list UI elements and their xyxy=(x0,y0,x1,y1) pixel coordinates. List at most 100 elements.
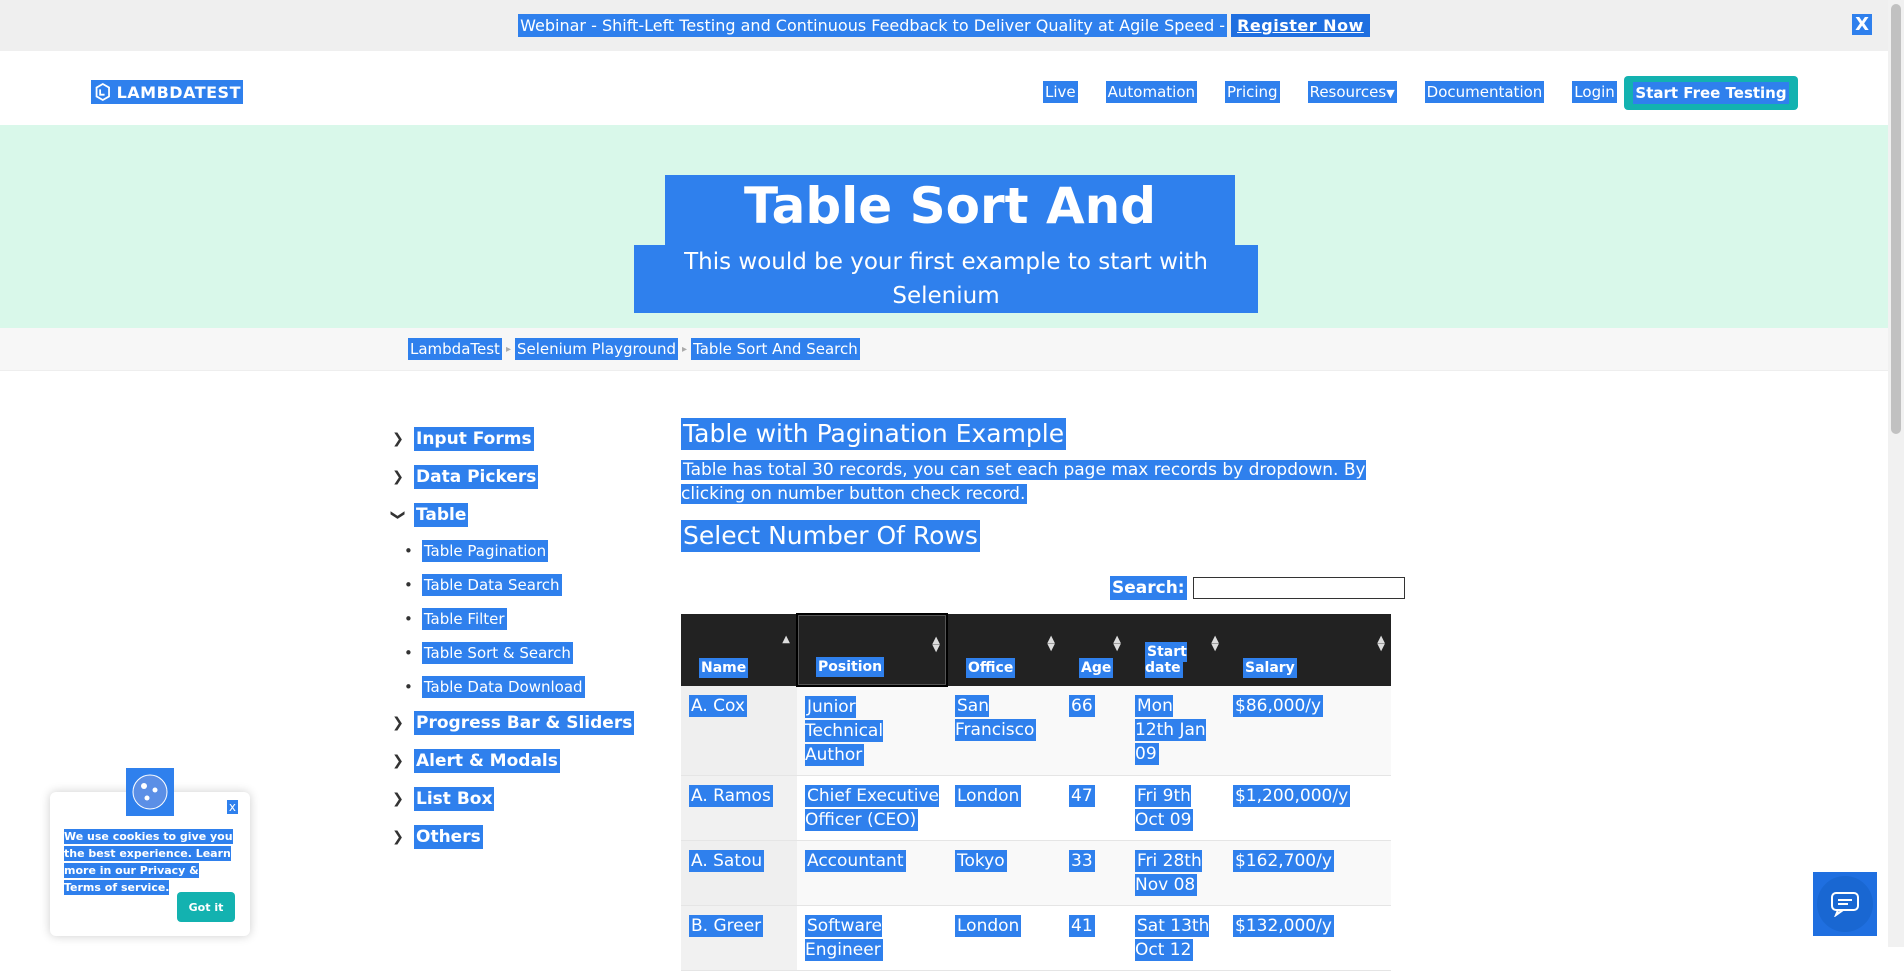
hero-section: Table Sort And Search This would be your… xyxy=(0,125,1888,328)
nav-pricing[interactable]: Pricing xyxy=(1225,81,1280,103)
cell-text: Junior Technical Author xyxy=(805,696,884,766)
search-row: Search: xyxy=(1110,576,1405,600)
column-header-office[interactable]: Office ▲ ▼ xyxy=(947,614,1061,686)
submenu-label: Table Sort & Search xyxy=(421,642,573,664)
cell-position: Software Engineer xyxy=(797,905,947,971)
section-description: Table has total 30 records, you can set … xyxy=(681,458,1391,506)
submenu-table-sort-search[interactable]: Table Sort & Search xyxy=(418,636,650,670)
cell-text: London xyxy=(955,785,1022,807)
breadcrumb-current: Table Sort And Search xyxy=(691,338,860,360)
sidebar-item-label: Table xyxy=(414,503,469,527)
cta-label: Start Free Testing xyxy=(1633,82,1789,104)
logo-text: LAMBDATEST xyxy=(116,82,241,102)
sidebar: ❯ Input Forms ❯ Data Pickers ❯ Table Table … xyxy=(390,420,650,856)
cell-text: Mon 12th Jan 09 xyxy=(1135,695,1206,765)
cookie-consent-popup: x We use cookies to give you the best ex… xyxy=(50,768,250,936)
table-row: B. Greer Software Engineer London 41 Sat… xyxy=(681,905,1391,971)
cell-text: Sat 13th Oct 12 xyxy=(1135,915,1210,961)
cell-position: Chief Executive Officer (CEO) xyxy=(797,775,947,841)
cookie-message: We use cookies to give you the best expe… xyxy=(64,828,234,896)
chat-widget-button[interactable] xyxy=(1813,872,1877,936)
column-header-name[interactable]: Name ▲ xyxy=(681,614,797,686)
data-table: Name ▲ Position ▲ ▼ Office ▲ ▼ Age ▲ ▼ Start da… xyxy=(681,613,1391,971)
table-header-row: Name ▲ Position ▲ ▼ Office ▲ ▼ Age ▲ ▼ Start da… xyxy=(681,613,1391,687)
lambdatest-logo-icon xyxy=(95,82,110,102)
rows-heading: Select Number Of Rows xyxy=(681,520,980,552)
cookie-accept-button[interactable]: Got it xyxy=(177,892,235,922)
sidebar-item-alert-modals[interactable]: ❯ Alert & Modals xyxy=(390,742,650,780)
cell-text: $86,000/y xyxy=(1233,695,1324,717)
search-input[interactable] xyxy=(1192,577,1405,599)
sidebar-item-label: Data Pickers xyxy=(414,465,539,489)
nav-live[interactable]: Live xyxy=(1043,81,1078,103)
column-label: Salary xyxy=(1243,658,1297,678)
chevron-right-icon: ❯ xyxy=(392,829,404,845)
breadcrumb: LambdaTest ▸ Selenium Playground ▸ Table… xyxy=(408,338,860,360)
cell-age: 47 xyxy=(1061,775,1127,841)
sidebar-item-progress-bar-sliders[interactable]: ❯ Progress Bar & Sliders xyxy=(390,704,650,742)
column-label: Age xyxy=(1079,658,1114,678)
cell-position: Accountant xyxy=(797,840,947,906)
cell-text: 41 xyxy=(1069,915,1095,937)
sidebar-item-others[interactable]: ❯ Others xyxy=(390,818,650,856)
cell-name: A. Ramos xyxy=(681,775,797,841)
cell-name: B. Greer xyxy=(681,905,797,971)
cell-text: A. Ramos xyxy=(689,785,773,807)
cell-start-date: Sat 13th Oct 12 xyxy=(1127,905,1225,971)
cell-salary: $162,700/y xyxy=(1225,840,1391,906)
sidebar-item-data-pickers[interactable]: ❯ Data Pickers xyxy=(390,458,650,496)
cell-start-date: Fri 9th Oct 09 xyxy=(1127,775,1225,841)
column-header-start-date[interactable]: Start date ▲ ▼ xyxy=(1127,614,1225,686)
submenu-table-pagination[interactable]: Table Pagination xyxy=(418,534,650,568)
main-nav: Live Automation Pricing Resources▼ Docum… xyxy=(1043,81,1645,103)
sidebar-item-label: Alert & Modals xyxy=(414,749,560,773)
column-label: Position xyxy=(816,657,885,677)
nav-resources[interactable]: Resources▼ xyxy=(1307,81,1397,103)
submenu-table-data-search[interactable]: Table Data Search xyxy=(418,568,650,602)
sidebar-item-input-forms[interactable]: ❯ Input Forms xyxy=(390,420,650,458)
cookie-message-text: We use cookies to give you the best expe… xyxy=(64,829,233,895)
banner-close-button[interactable]: X xyxy=(1852,14,1872,35)
column-header-salary[interactable]: Salary ▲ ▼ xyxy=(1225,614,1391,686)
nav-automation[interactable]: Automation xyxy=(1105,81,1198,103)
sort-icon: ▲ ▼ xyxy=(1047,634,1055,653)
submenu-label: Table Pagination xyxy=(421,540,549,562)
cell-salary: $86,000/y xyxy=(1225,686,1391,776)
nav-documentation[interactable]: Documentation xyxy=(1424,81,1545,103)
chevron-down-icon: ▼ xyxy=(1386,87,1395,100)
sort-asc-icon: ▲ xyxy=(782,634,790,645)
submenu-table-data-download[interactable]: Table Data Download xyxy=(418,670,650,704)
cell-text: San Francisco xyxy=(955,695,1037,741)
column-header-position[interactable]: Position ▲ ▼ xyxy=(796,613,948,687)
cell-age: 41 xyxy=(1061,905,1127,971)
cell-name: A. Cox xyxy=(681,686,797,776)
cell-position: Junior Technical Author xyxy=(797,686,947,776)
start-free-testing-button[interactable]: Start Free Testing xyxy=(1624,76,1798,110)
sidebar-item-table[interactable]: ❯ Table xyxy=(390,496,650,534)
breadcrumb-selenium-playground[interactable]: Selenium Playground xyxy=(514,338,679,360)
cell-office: San Francisco xyxy=(947,686,1061,776)
cookie-close-button[interactable]: x xyxy=(226,800,238,814)
page-scrollbar[interactable] xyxy=(1888,0,1904,947)
cell-text: B. Greer xyxy=(689,915,764,937)
cell-office: London xyxy=(947,775,1061,841)
cell-salary: $1,200,000/y xyxy=(1225,775,1391,841)
sidebar-item-label: List Box xyxy=(414,787,495,811)
nav-login[interactable]: Login xyxy=(1572,81,1617,103)
lambdatest-logo[interactable]: LAMBDATEST xyxy=(91,80,243,104)
column-header-age[interactable]: Age ▲ ▼ xyxy=(1061,614,1127,686)
cell-text: Fri 28th Nov 08 xyxy=(1135,850,1202,896)
cell-age: 33 xyxy=(1061,840,1127,906)
submenu-label: Table Data Search xyxy=(421,574,562,596)
webinar-banner: Webinar - Shift-Left Testing and Continu… xyxy=(0,0,1888,51)
sidebar-item-list-box[interactable]: ❯ List Box xyxy=(390,780,650,818)
scrollbar-thumb[interactable] xyxy=(1891,4,1901,434)
submenu-table-filter[interactable]: Table Filter xyxy=(418,602,650,636)
cookie-icon xyxy=(126,768,174,816)
sort-icon: ▲ ▼ xyxy=(1113,634,1121,653)
breadcrumb-lambdatest[interactable]: LambdaTest xyxy=(408,338,502,360)
register-now-link[interactable]: Register Now xyxy=(1231,14,1370,37)
cell-text: A. Cox xyxy=(689,695,747,717)
sidebar-item-label: Input Forms xyxy=(414,427,534,451)
cell-text: Fri 9th Oct 09 xyxy=(1135,785,1194,831)
